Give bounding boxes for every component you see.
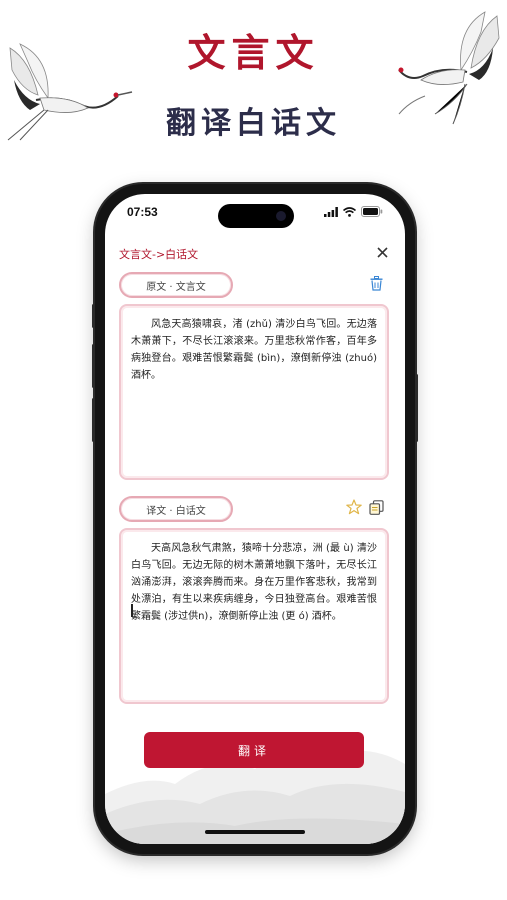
phone-frame: 07:53 文言文->白话文 原文 · 文言文 风急天高猿啸哀，渚 (zhǔ) …: [92, 184, 418, 854]
clear-button[interactable]: [367, 274, 385, 292]
translation-label-pill: 译文 · 白话文: [119, 496, 233, 522]
phone-volume-down: [92, 398, 95, 442]
signal-icon: [324, 206, 338, 217]
phone-mute-switch: [92, 304, 95, 328]
copy-icon: [368, 499, 384, 515]
phone-volume-up: [92, 344, 95, 388]
camera-icon: [276, 211, 286, 221]
crane-illustration-left: [7, 43, 133, 141]
trash-icon: [370, 275, 382, 291]
copy-button[interactable]: [367, 498, 385, 516]
page-title: 文言文->白话文: [119, 248, 199, 261]
translation-text-area[interactable]: 天高风急秋气肃煞，猿啼十分悲凉，洲 (最 ù) 清沙白鸟飞回。无边无际的树木萧萧…: [119, 528, 389, 704]
wifi-icon: [343, 206, 356, 217]
source-label-pill: 原文 · 文言文: [119, 272, 233, 298]
source-text: 风急天高猿啸哀，渚 (zhǔ) 清沙白鸟飞回。无边落木萧萧下，不尽长江滚滚来。万…: [131, 319, 377, 381]
crane-illustration-right: [398, 11, 500, 125]
status-icons: [324, 206, 383, 217]
source-text-area[interactable]: 风急天高猿啸哀，渚 (zhǔ) 清沙白鸟飞回。无边落木萧萧下，不尽长江滚滚来。万…: [119, 304, 389, 480]
close-icon: [376, 246, 388, 258]
app-screen: 07:53 文言文->白话文 原文 · 文言文 风急天高猿啸哀，渚 (zhǔ) …: [105, 194, 405, 844]
status-time: 07:53: [127, 205, 158, 219]
close-button[interactable]: [373, 243, 391, 261]
translate-button[interactable]: 翻译: [144, 732, 364, 768]
dynamic-island: [218, 204, 294, 228]
translation-text: 天高风急秋气肃煞，猿啼十分悲凉，洲 (最 ù) 清沙白鸟飞回。无边无际的树木萧萧…: [131, 543, 377, 622]
star-icon: [346, 499, 362, 515]
battery-icon: [361, 206, 383, 217]
home-indicator[interactable]: [205, 830, 305, 834]
phone-power-button: [415, 374, 418, 442]
favorite-button[interactable]: [345, 498, 363, 516]
text-cursor: [131, 604, 133, 617]
